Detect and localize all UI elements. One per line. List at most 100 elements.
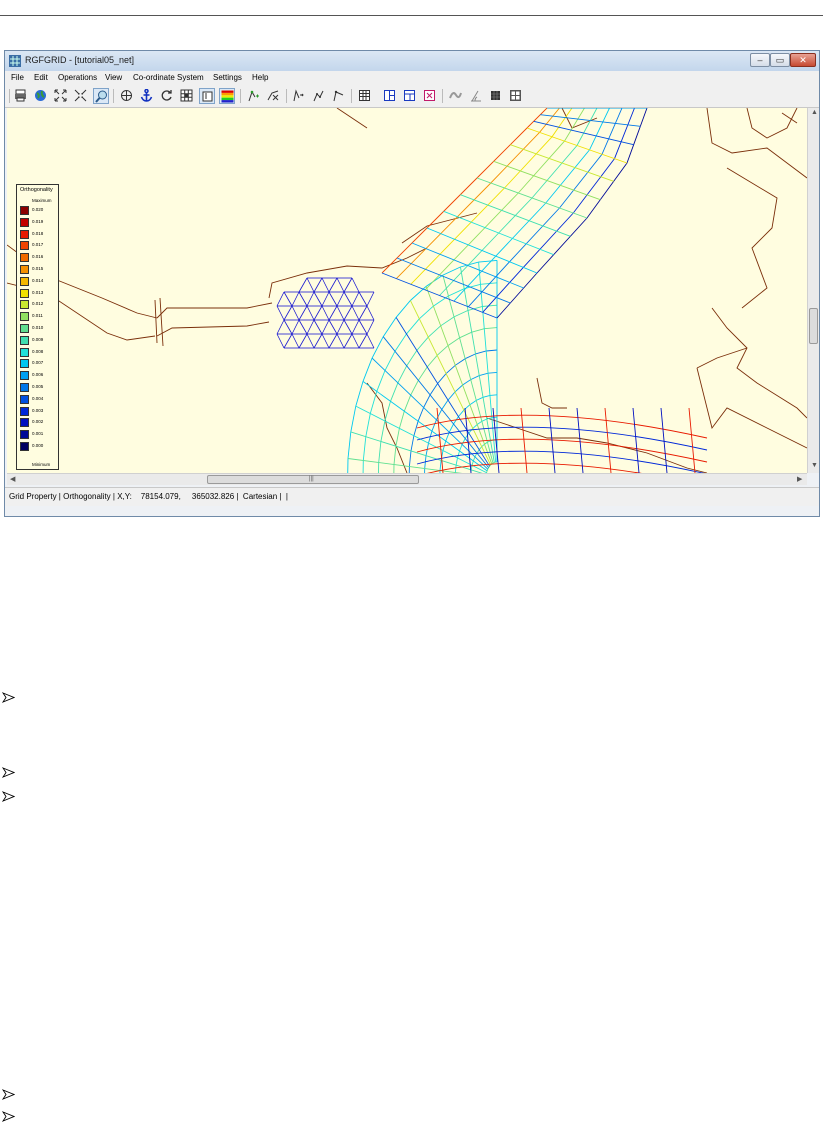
- vertical-scroll-thumb[interactable]: [809, 308, 818, 344]
- land-boundary: [154, 297, 164, 347]
- layout-icon[interactable]: [508, 88, 524, 104]
- zoom-extent-icon[interactable]: [53, 88, 69, 104]
- legend-swatch: [20, 300, 29, 310]
- bullet-arrow-icon: [2, 1111, 15, 1122]
- bullet-arrow-icon: [2, 1089, 15, 1100]
- legend-swatch: [20, 241, 29, 251]
- legend-label: 0.019: [32, 218, 44, 224]
- legend-swatch: [20, 335, 29, 345]
- grid-line: [395, 317, 490, 467]
- grid-line: [632, 407, 640, 473]
- maximize-button[interactable]: ▭: [770, 53, 790, 67]
- legend-label: 0.001: [32, 431, 44, 437]
- horizontal-scrollbar[interactable]: ◀ ||| ▶: [7, 473, 807, 485]
- grid-refine-icon[interactable]: [402, 88, 418, 104]
- menu-settings[interactable]: Settings: [213, 73, 242, 82]
- menu-help[interactable]: Help: [252, 73, 268, 82]
- land-boundary: [711, 307, 807, 419]
- fill-icon[interactable]: [488, 88, 504, 104]
- vertical-scrollbar[interactable]: ▲ ▼: [807, 108, 819, 473]
- triangle-edge: [358, 319, 368, 335]
- legend-label: 0.010: [32, 325, 44, 330]
- crosshair-icon[interactable]: [119, 88, 135, 104]
- triangle-edge: [321, 305, 330, 321]
- spline-delete-icon[interactable]: [266, 88, 282, 104]
- scroll-down-icon[interactable]: ▼: [811, 462, 818, 469]
- legend-swatch: [20, 383, 29, 392]
- land-boundary: [726, 167, 778, 309]
- triangle-edge: [306, 319, 315, 335]
- legend-label: 0.016: [32, 254, 44, 260]
- triangle-edge: [313, 333, 323, 349]
- legend-swatch: [20, 406, 29, 416]
- minimize-button[interactable]: –: [750, 53, 770, 67]
- land-boundary: [536, 377, 567, 409]
- triangle-edge: [313, 291, 323, 307]
- spline-add-icon[interactable]: [246, 88, 262, 104]
- triangle-edge: [336, 333, 345, 349]
- grid-split-icon[interactable]: [382, 88, 398, 104]
- globe-icon[interactable]: [33, 88, 49, 104]
- legend-swatch: [20, 430, 29, 440]
- triangle-edge: [306, 291, 315, 307]
- toolbar-separator: [442, 89, 443, 103]
- menu-file[interactable]: File: [11, 73, 24, 82]
- menu-bar: File Edit Operations View Co-ordinate Sy…: [5, 71, 819, 85]
- triangle-edge: [351, 319, 360, 335]
- spline-point-icon[interactable]: [331, 88, 347, 104]
- color-scale-icon[interactable]: [219, 88, 235, 104]
- grid-map: [7, 108, 807, 473]
- scroll-left-icon[interactable]: ◀: [10, 475, 15, 483]
- toolbar: [5, 85, 819, 108]
- property-view-icon[interactable]: [199, 88, 215, 104]
- triangle-edge: [291, 305, 300, 321]
- grid-line: [510, 144, 614, 182]
- map-canvas[interactable]: Orthogonality Maximum 0.020 0.019 0.018 0.0…: [7, 108, 807, 473]
- grid-line: [533, 120, 634, 146]
- grid-table-icon[interactable]: [357, 88, 373, 104]
- ortho-icon[interactable]: [468, 88, 484, 104]
- triangle-edge: [298, 319, 308, 335]
- close-button[interactable]: ✕: [790, 53, 816, 67]
- triangle-edge: [298, 277, 308, 293]
- land-boundary: [746, 108, 798, 139]
- grid-line: [493, 160, 601, 201]
- menu-operations[interactable]: Operations: [58, 73, 97, 82]
- triangle-edge: [321, 333, 330, 349]
- zoom-icon[interactable]: [93, 88, 109, 104]
- spline-move-icon[interactable]: [291, 88, 307, 104]
- triangle-edge: [366, 319, 375, 335]
- menu-coordinate-system[interactable]: Co-ordinate System: [133, 73, 204, 82]
- zoom-box-icon[interactable]: [73, 88, 89, 104]
- anchor-icon[interactable]: [139, 88, 155, 104]
- legend-swatch: [20, 324, 29, 333]
- spline-insert-icon[interactable]: [311, 88, 327, 104]
- legend-label: 0.014: [32, 277, 44, 283]
- triangle-edge: [343, 305, 353, 321]
- triangle-edge: [336, 305, 345, 321]
- refresh-icon[interactable]: [159, 88, 175, 104]
- print-icon[interactable]: [13, 88, 29, 104]
- menu-view[interactable]: View: [105, 73, 122, 82]
- legend-label: 0.004: [32, 395, 44, 401]
- grid-line: [540, 114, 641, 127]
- status-bar: Grid Property | Orthogonality | X,Y: 781…: [5, 487, 819, 506]
- title-bar: RGFGRID - [tutorial05_net] – ▭ ✕: [5, 51, 819, 71]
- triangle-edge: [366, 291, 375, 307]
- land-boundary: [486, 417, 708, 473]
- grid-cells-icon[interactable]: [179, 88, 195, 104]
- scroll-right-icon[interactable]: ▶: [797, 475, 802, 483]
- land-boundary: [156, 321, 270, 337]
- triangle-edge: [298, 291, 308, 307]
- orthogonality-legend: Orthogonality Maximum 0.020 0.019 0.018 0.0…: [16, 184, 59, 470]
- menu-edit[interactable]: Edit: [34, 73, 48, 82]
- triangle-edge: [291, 319, 300, 335]
- legend-swatch: [20, 276, 29, 286]
- horizontal-scroll-thumb[interactable]: |||: [207, 475, 419, 484]
- scroll-up-icon[interactable]: ▲: [811, 109, 818, 116]
- triangle-edge: [306, 277, 315, 293]
- smooth-icon[interactable]: [448, 88, 464, 104]
- legend-label: 0.015: [32, 266, 44, 271]
- legend-swatch: [20, 288, 29, 298]
- grid-coarsen-icon[interactable]: [422, 88, 438, 104]
